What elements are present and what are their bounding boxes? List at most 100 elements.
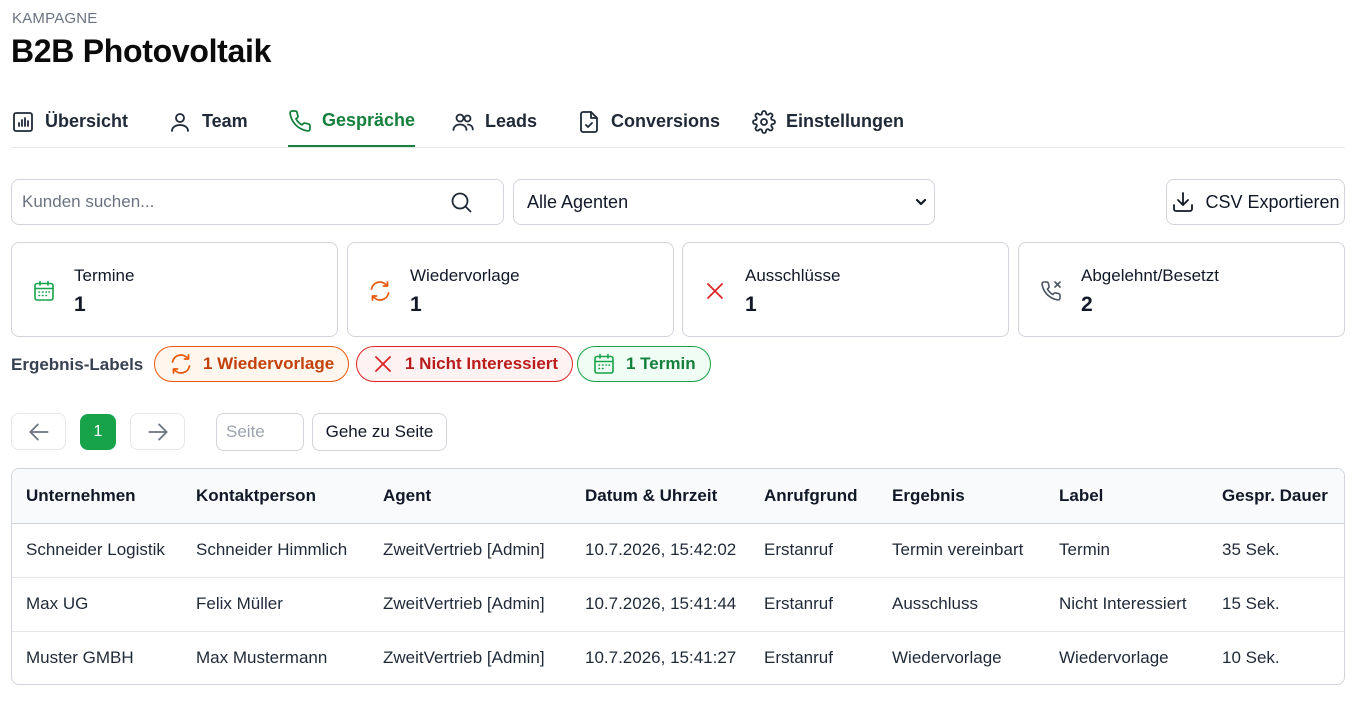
user-icon — [171, 112, 189, 132]
cell-result: Termin vereinbart — [892, 540, 1024, 559]
table-row[interactable]: Muster GMBH Max Mustermann ZweitVertrieb… — [12, 631, 1344, 684]
result-labels-title: Ergebnis-Labels — [11, 355, 144, 374]
tab-label: Übersicht — [45, 111, 129, 131]
bar-chart-icon — [13, 111, 33, 132]
x-icon — [707, 283, 723, 299]
chip-wiedervorlage[interactable]: 1 Wiedervorlage — [154, 346, 350, 382]
arrow-left-icon — [28, 423, 49, 440]
cell-contact: Felix Müller — [196, 594, 283, 613]
calendar-icon — [594, 353, 614, 374]
tab-label: Team — [202, 111, 248, 131]
csv-export-label: CSV Exportieren — [1205, 191, 1340, 212]
cell-duration: 15 Sek. — [1222, 594, 1280, 613]
cell-label: Termin — [1059, 540, 1111, 559]
column-header[interactable]: Datum & Uhrzeit — [571, 469, 750, 524]
column-header[interactable]: Ergebnis — [878, 469, 1045, 524]
cell-contact: Schneider Himmlich — [196, 540, 348, 559]
campaign-overline: KAMPAGNE — [12, 10, 98, 27]
tab-bar: Übersicht Team Gespräche Leads Conversio… — [11, 96, 1345, 148]
cell-contact: Max Mustermann — [196, 648, 328, 668]
table-row[interactable]: Schneider Logistik Schneider Himmlich Zw… — [12, 523, 1344, 577]
tab-gespraeche[interactable]: Gespräche — [288, 96, 416, 147]
chip-label: 1 Termin — [626, 354, 696, 373]
tab-conversions[interactable]: Conversions — [577, 96, 720, 147]
cell-datetime: 10.7.2026, 15:42:02 — [585, 540, 737, 559]
stat-label: Ausschlüsse — [745, 266, 841, 285]
stat-card-abgelehnt: Abgelehnt/Besetzt 2 — [1018, 242, 1345, 337]
cell-label: Nicht Interessiert — [1059, 594, 1187, 613]
page-number-input[interactable] — [216, 413, 304, 451]
tab-label: Einstellungen — [786, 111, 905, 131]
cell-result: Ausschluss — [892, 594, 978, 613]
cell-agent: ZweitVertrieb [Admin] — [383, 540, 545, 559]
chevron-down-icon — [915, 198, 927, 206]
file-check-icon — [580, 110, 598, 133]
chip-label: 1 Wiedervorlage — [203, 354, 335, 373]
cell-agent: ZweitVertrieb [Admin] — [383, 594, 545, 613]
phone-icon — [289, 109, 311, 132]
cell-reason: Erstanruf — [764, 648, 833, 668]
tab-label: Conversions — [611, 111, 721, 131]
column-header[interactable]: Gespr. Dauer — [1208, 469, 1344, 524]
goto-page-button[interactable]: Gehe zu Seite — [312, 413, 447, 451]
agent-select-value: Alle Agenten — [527, 191, 629, 212]
users-icon — [452, 113, 474, 131]
cell-datetime: 10.7.2026, 15:41:44 — [585, 594, 737, 613]
search-icon[interactable] — [449, 190, 473, 214]
search-box — [11, 179, 504, 225]
cell-result: Wiedervorlage — [892, 648, 1002, 668]
phone-x-icon — [1041, 281, 1061, 301]
cell-duration: 10 Sek. — [1222, 648, 1280, 668]
calls-table: Unternehmen Kontaktperson Agent Datum & … — [11, 468, 1345, 685]
table-header-row: Unternehmen Kontaktperson Agent Datum & … — [12, 469, 1344, 524]
page-title: B2B Photovoltaik — [11, 33, 272, 69]
cell-company: Schneider Logistik — [26, 540, 165, 559]
cell-reason: Erstanruf — [764, 594, 833, 613]
refresh-icon — [171, 354, 191, 374]
stat-card-ausschluesse: Ausschlüsse 1 — [682, 242, 1009, 337]
arrow-right-icon — [147, 423, 168, 440]
chip-nicht-interessiert[interactable]: 1 Nicht Interessiert — [356, 346, 574, 382]
chip-termin[interactable]: 1 Termin — [577, 346, 711, 382]
stat-card-termine: Termine 1 — [11, 242, 338, 337]
prev-page-button[interactable] — [11, 413, 66, 450]
x-icon — [375, 356, 391, 372]
column-header[interactable]: Agent — [369, 469, 571, 524]
stat-value: 1 — [74, 293, 86, 316]
cell-company: Max UG — [26, 594, 89, 613]
cell-datetime: 10.7.2026, 15:41:27 — [585, 648, 737, 668]
stat-value: 2 — [1081, 293, 1093, 316]
stat-label: Termine — [74, 266, 135, 285]
cell-reason: Erstanruf — [764, 540, 833, 559]
cell-agent: ZweitVertrieb [Admin] — [383, 648, 545, 668]
table-row[interactable]: Max UG Felix Müller ZweitVertrieb [Admin… — [12, 577, 1344, 631]
tab-label: Leads — [485, 111, 538, 131]
stat-label: Wiedervorlage — [410, 266, 520, 285]
column-header[interactable]: Kontaktperson — [182, 469, 369, 524]
column-header[interactable]: Anrufgrund — [750, 469, 878, 524]
cell-duration: 35 Sek. — [1222, 540, 1280, 559]
agent-select[interactable]: Alle Agenten — [513, 179, 935, 225]
column-header[interactable]: Unternehmen — [12, 469, 182, 524]
stat-card-wiedervorlage: Wiedervorlage 1 — [347, 242, 674, 337]
tab-einstellungen[interactable]: Einstellungen — [752, 96, 904, 147]
calendar-icon — [34, 280, 54, 301]
current-page-button[interactable]: 1 — [80, 414, 116, 450]
cell-company: Muster GMBH — [26, 648, 134, 668]
stat-value: 1 — [410, 293, 422, 316]
tab-team[interactable]: Team — [168, 96, 248, 147]
search-input[interactable] — [22, 180, 442, 224]
next-page-button[interactable] — [130, 413, 185, 450]
csv-export-button[interactable]: CSV Exportieren — [1166, 179, 1345, 225]
tab-label: Gespräche — [322, 110, 416, 130]
tab-uebersicht[interactable]: Übersicht — [11, 96, 128, 147]
chip-label: 1 Nicht Interessiert — [405, 354, 559, 373]
stat-value: 1 — [745, 293, 757, 316]
gear-icon — [752, 109, 776, 134]
refresh-icon — [370, 281, 390, 301]
cell-label: Wiedervorlage — [1059, 648, 1169, 668]
stat-label: Abgelehnt/Besetzt — [1081, 266, 1219, 285]
download-icon — [1173, 192, 1194, 212]
column-header[interactable]: Label — [1045, 469, 1208, 524]
tab-leads[interactable]: Leads — [451, 96, 537, 147]
